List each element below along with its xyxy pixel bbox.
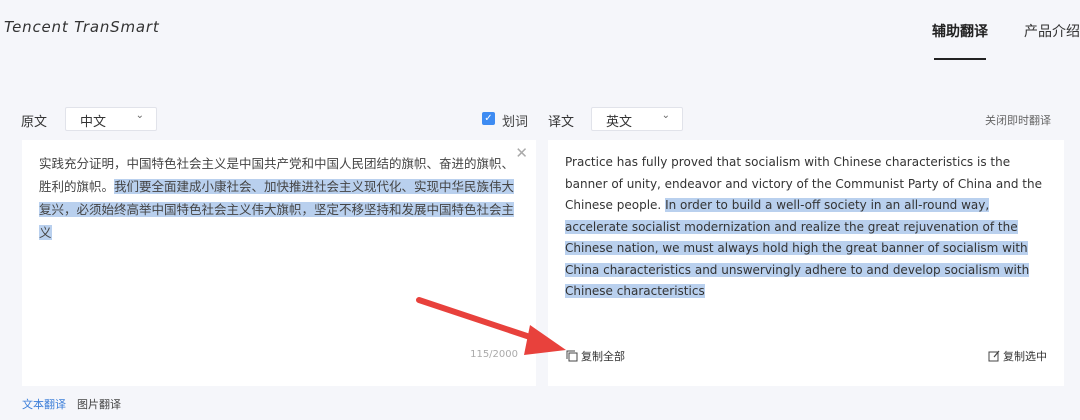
- source-language-select[interactable]: 中文 ⌄: [65, 107, 157, 131]
- word-split-checkbox[interactable]: ✓: [482, 112, 495, 125]
- copy-all-button[interactable]: 复制全部: [566, 348, 625, 364]
- nav-assisted-translation[interactable]: 辅助翻译: [932, 21, 988, 41]
- edit-copy-icon: [988, 350, 1000, 362]
- target-label: 译文: [548, 115, 575, 130]
- tab-text-translation[interactable]: 文本翻译: [22, 396, 66, 412]
- tab-image-translation[interactable]: 图片翻译: [77, 396, 121, 412]
- target-language-value: 英文: [606, 115, 633, 130]
- copy-icon: [566, 350, 578, 362]
- copy-all-label: 复制全部: [581, 350, 625, 363]
- nav-product-intro[interactable]: 产品介绍: [1024, 21, 1080, 41]
- copy-selected-button[interactable]: 复制选中: [988, 348, 1047, 364]
- close-icon[interactable]: ✕: [515, 144, 528, 162]
- target-language-select[interactable]: 英文 ⌄: [591, 107, 683, 131]
- copy-selected-label: 复制选中: [1003, 350, 1047, 363]
- source-text-panel[interactable]: 实践充分证明，中国特色社会主义是中国共产党和中国人民团结的旗帜、奋进的旗帜、胜利…: [22, 140, 536, 386]
- target-text-area[interactable]: Practice has fully proved that socialism…: [565, 152, 1047, 303]
- target-text-panel: Practice has fully proved that socialism…: [548, 140, 1064, 386]
- source-label: 原文: [21, 115, 48, 130]
- char-count: 115/2000: [470, 349, 518, 360]
- close-instant-translation-button[interactable]: 关闭即时翻译: [985, 112, 1051, 128]
- top-header: Tencent TranSmart 辅助翻译 产品介绍: [0, 0, 1080, 60]
- chevron-down-icon: ⌄: [661, 110, 670, 121]
- word-split-label[interactable]: 划词: [502, 111, 528, 130]
- source-text-area[interactable]: 实践充分证明，中国特色社会主义是中国共产党和中国人民团结的旗帜、奋进的旗帜、胜利…: [39, 152, 521, 244]
- brand-logo[interactable]: Tencent TranSmart: [4, 18, 160, 36]
- chevron-down-icon: ⌄: [135, 110, 144, 121]
- target-text-selected: In order to build a well-off society in …: [565, 198, 1030, 298]
- nav-active-indicator: [934, 58, 986, 60]
- source-language-value: 中文: [80, 115, 107, 130]
